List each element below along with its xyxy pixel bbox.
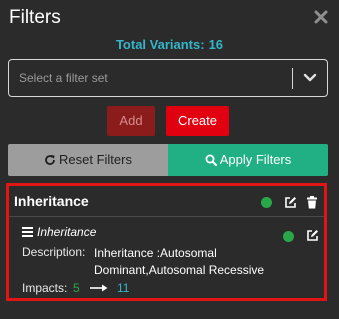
filter-card: Inheritance Inheritance Description: Inh… [6, 183, 327, 301]
description-label: Description: [22, 245, 86, 259]
filter-card-title: Inheritance [14, 193, 89, 209]
panel-title: Filters [9, 7, 61, 28]
arrow-right-icon [90, 284, 108, 292]
impacts-from: 5 [73, 281, 80, 295]
filter-set-select[interactable]: Select a filter set [8, 59, 328, 97]
reload-icon [45, 155, 55, 165]
total-variants: Total Variants: 16 [0, 37, 339, 52]
rule-edit-icon[interactable] [306, 229, 319, 242]
trash-icon[interactable] [306, 196, 319, 209]
add-button[interactable]: Add [107, 106, 155, 136]
rule-status-dot [283, 231, 294, 242]
rule-name: Inheritance [22, 225, 96, 239]
total-variants-count: 16 [208, 37, 224, 52]
list-icon [22, 227, 33, 237]
reset-filters-label: Reset Filters [59, 152, 132, 167]
filter-set-placeholder: Select a filter set [19, 71, 108, 85]
apply-filters-button[interactable]: Apply Filters [168, 144, 328, 176]
reset-filters-button[interactable]: Reset Filters [8, 144, 168, 176]
close-icon[interactable] [314, 10, 328, 24]
select-divider [292, 68, 293, 89]
rule-name-label: Inheritance [37, 225, 97, 239]
search-icon [205, 154, 217, 166]
description-value: Inheritance :Autosomal Dominant,Autosoma… [94, 246, 265, 277]
status-dot [261, 197, 272, 208]
chevron-down-icon[interactable] [303, 73, 317, 83]
total-variants-label: Total Variants: [115, 37, 205, 52]
impacts-label: Impacts: [22, 281, 68, 295]
create-button[interactable]: Create [166, 106, 229, 136]
edit-icon[interactable] [284, 196, 297, 209]
card-divider [9, 216, 324, 217]
impacts-to: 11 [117, 281, 130, 295]
apply-filters-label: Apply Filters [219, 152, 292, 167]
